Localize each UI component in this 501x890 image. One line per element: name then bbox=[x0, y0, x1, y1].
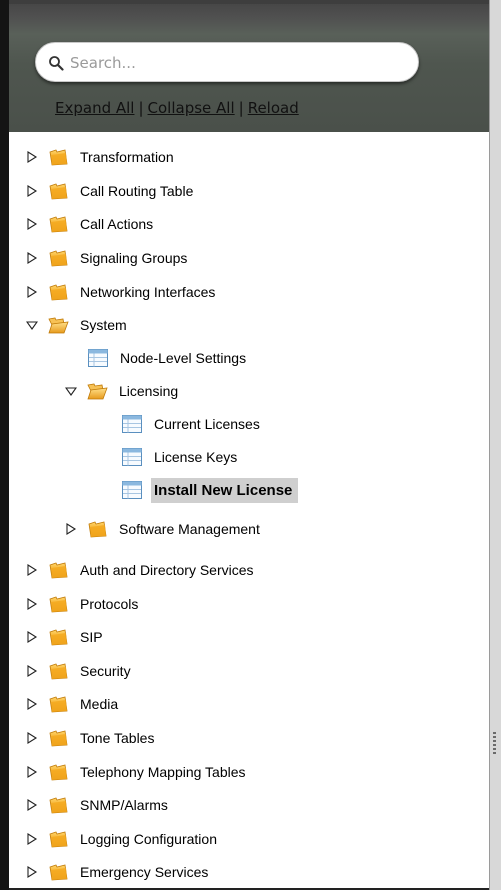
triangle-right-icon[interactable] bbox=[65, 523, 77, 535]
triangle-right-icon[interactable] bbox=[26, 799, 38, 811]
tree-label: Call Routing Table bbox=[80, 183, 194, 199]
tree-label: System bbox=[80, 317, 127, 333]
tree-node-tone-tables[interactable]: Tone Tables bbox=[26, 726, 157, 750]
triangle-right-icon[interactable] bbox=[26, 252, 38, 264]
triangle-right-icon[interactable] bbox=[26, 286, 38, 298]
tree-node-current-licenses[interactable]: Current Licenses bbox=[121, 412, 263, 436]
tree-node-signaling-groups[interactable]: Signaling Groups bbox=[26, 246, 190, 270]
folder-icon bbox=[49, 831, 68, 848]
navigation-tree: Transformation Call Routing Table Call A… bbox=[9, 132, 489, 888]
folder-icon bbox=[49, 183, 68, 200]
tree-label: Current Licenses bbox=[154, 416, 260, 432]
triangle-right-icon[interactable] bbox=[26, 665, 38, 677]
tree-label: SIP bbox=[80, 629, 103, 645]
triangle-right-icon[interactable] bbox=[26, 151, 38, 163]
link-separator: | bbox=[238, 99, 244, 117]
tree-label: Logging Configuration bbox=[80, 831, 217, 847]
tree-node-license-keys[interactable]: License Keys bbox=[121, 445, 240, 469]
tree-label: SNMP/Alarms bbox=[80, 797, 168, 813]
search-box[interactable] bbox=[35, 42, 419, 82]
tree-node-media[interactable]: Media bbox=[26, 692, 121, 716]
tree-node-licensing[interactable]: Licensing bbox=[65, 379, 181, 403]
splitter-grip-icon[interactable] bbox=[493, 732, 496, 756]
triangle-right-icon[interactable] bbox=[26, 185, 38, 197]
tree-label: Security bbox=[80, 663, 131, 679]
tree-node-security[interactable]: Security bbox=[26, 659, 134, 683]
tree-label: License Keys bbox=[154, 449, 238, 465]
tree-node-software-management[interactable]: Software Management bbox=[65, 517, 263, 541]
triangle-right-icon[interactable] bbox=[26, 732, 38, 744]
tree-label: Emergency Services bbox=[80, 864, 209, 880]
tree-node-node-level-settings[interactable]: Node-Level Settings bbox=[87, 346, 249, 370]
triangle-right-icon[interactable] bbox=[26, 866, 38, 878]
tree-label: Telephony Mapping Tables bbox=[80, 764, 246, 780]
tree-label: Node-Level Settings bbox=[120, 350, 247, 366]
link-separator: | bbox=[138, 99, 144, 117]
tree-actions: Expand All | Collapse All | Reload bbox=[55, 99, 299, 117]
expand-all-link[interactable]: Expand All bbox=[55, 99, 134, 117]
reload-link[interactable]: Reload bbox=[248, 99, 299, 117]
tree-label: Tone Tables bbox=[80, 730, 155, 746]
tree-node-emergency-services[interactable]: Emergency Services bbox=[26, 860, 211, 884]
tree-node-system[interactable]: System bbox=[26, 313, 130, 337]
tree-node-transformation[interactable]: Transformation bbox=[26, 145, 177, 169]
folder-icon bbox=[49, 864, 68, 881]
triangle-right-icon[interactable] bbox=[26, 833, 38, 845]
search-panel: Expand All|Collapse All|Reload bbox=[9, 4, 489, 132]
tree-node-call-routing-table[interactable]: Call Routing Table bbox=[26, 179, 196, 203]
folder-icon bbox=[49, 696, 68, 713]
folder-icon bbox=[49, 797, 68, 814]
table-page-icon bbox=[88, 349, 108, 367]
folder-open-icon bbox=[87, 383, 108, 400]
tree-label: Networking Interfaces bbox=[80, 284, 216, 300]
folder-icon bbox=[49, 149, 68, 166]
tree-node-snmp-alarms[interactable]: SNMP/Alarms bbox=[26, 793, 171, 817]
triangle-right-icon[interactable] bbox=[26, 598, 38, 610]
table-page-icon bbox=[122, 415, 142, 433]
triangle-right-icon[interactable] bbox=[26, 631, 38, 643]
triangle-down-icon[interactable] bbox=[65, 385, 77, 397]
folder-icon bbox=[49, 764, 68, 781]
tree-node-call-actions[interactable]: Call Actions bbox=[26, 212, 156, 236]
tree-node-telephony-mapping-tables[interactable]: Telephony Mapping Tables bbox=[26, 760, 249, 784]
table-page-icon bbox=[122, 448, 142, 466]
tree-label: Media bbox=[80, 696, 119, 712]
tree-node-protocols[interactable]: Protocols bbox=[26, 592, 141, 616]
tree-node-sip[interactable]: SIP bbox=[26, 625, 106, 649]
collapse-all-link[interactable]: Collapse All bbox=[148, 99, 235, 117]
tree-label: Licensing bbox=[119, 383, 179, 399]
folder-icon bbox=[88, 521, 107, 538]
left-border bbox=[0, 0, 9, 890]
folder-open-icon bbox=[48, 317, 69, 334]
tree-node-install-new-license[interactable]: Install New License bbox=[121, 477, 299, 503]
triangle-right-icon[interactable] bbox=[26, 766, 38, 778]
tree-node-auth-directory-services[interactable]: Auth and Directory Services bbox=[26, 558, 257, 582]
triangle-right-icon[interactable] bbox=[26, 698, 38, 710]
search-input[interactable] bbox=[68, 51, 402, 75]
tree-node-networking-interfaces[interactable]: Networking Interfaces bbox=[26, 280, 218, 304]
tree-label: Signaling Groups bbox=[80, 250, 188, 266]
tree-label: Call Actions bbox=[80, 216, 154, 232]
folder-icon bbox=[49, 250, 68, 267]
tree-label: Auth and Directory Services bbox=[80, 562, 254, 578]
triangle-right-icon[interactable] bbox=[26, 218, 38, 230]
folder-icon bbox=[49, 663, 68, 680]
navigation-panel: Expand All|Collapse All|Reload Transform… bbox=[0, 0, 501, 890]
tree-node-logging-configuration[interactable]: Logging Configuration bbox=[26, 827, 220, 851]
triangle-down-icon[interactable] bbox=[26, 319, 38, 331]
folder-icon bbox=[49, 562, 68, 579]
tree-label: Transformation bbox=[80, 149, 174, 165]
tree-label: Protocols bbox=[80, 596, 139, 612]
triangle-right-icon[interactable] bbox=[26, 564, 38, 576]
panel-splitter[interactable] bbox=[489, 0, 501, 890]
tree-label-selected: Install New License bbox=[151, 477, 299, 503]
folder-icon bbox=[49, 284, 68, 301]
folder-icon bbox=[49, 730, 68, 747]
search-icon bbox=[49, 56, 64, 71]
folder-icon bbox=[49, 216, 68, 233]
folder-icon bbox=[49, 596, 68, 613]
table-page-icon bbox=[122, 481, 142, 499]
tree-label: Software Management bbox=[119, 521, 260, 537]
folder-icon bbox=[49, 629, 68, 646]
